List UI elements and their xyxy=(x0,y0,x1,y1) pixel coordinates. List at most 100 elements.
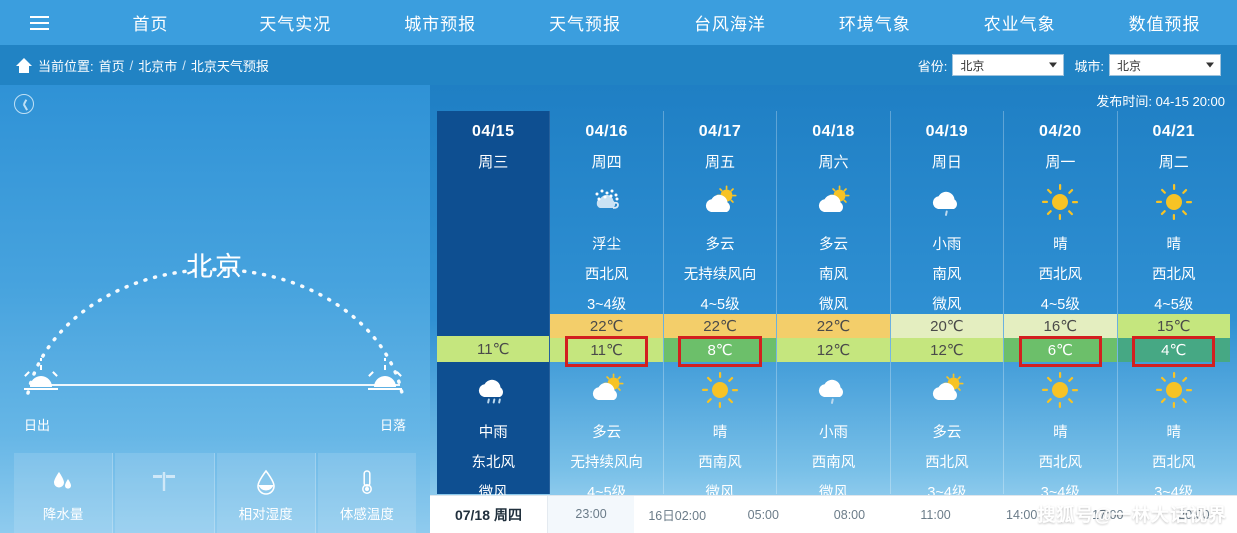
metric-tile-precipitation[interactable]: 降水量 xyxy=(14,453,114,533)
nav-item-typhoon-ocean[interactable]: 台风海洋 xyxy=(658,10,803,35)
province-label: 省份: xyxy=(917,58,948,74)
forecast-day-column[interactable]: 04/21 周二 晴 西北风 4~5级 15℃ 4℃ 晴 西北风 3~4级 xyxy=(1117,111,1230,501)
day-wind-direction: 南风 xyxy=(818,267,848,283)
nav-item-agriculture[interactable]: 农业气象 xyxy=(947,10,1092,35)
high-temperature-cell: 20℃ xyxy=(890,314,1004,338)
forecast-day-column[interactable]: 04/17 周五 多云 无持续风向 4~5级 22℃ 8℃ 晴 西南风 微风 xyxy=(663,111,778,501)
breadcrumb-item-city[interactable]: 北京市 xyxy=(138,56,177,75)
daytime-block: 多云 南风 微风 xyxy=(777,172,889,314)
raindrops-icon xyxy=(50,469,76,495)
day-date: 04/17 xyxy=(698,123,742,140)
night-condition-text: 晴 xyxy=(712,425,728,441)
breadcrumb-prefix: 当前位置: xyxy=(38,58,94,74)
nighttime-block: 晴 西北风 3~4级 xyxy=(1118,362,1230,501)
nav-item-live-weather[interactable]: 天气实况 xyxy=(223,10,368,35)
timeline-hour[interactable]: 23:00 xyxy=(548,496,635,533)
nighttime-block: 晴 西南风 微风 xyxy=(664,362,776,501)
timeline-hour[interactable]: 16日02:00 xyxy=(634,505,720,524)
forecast-day-column[interactable]: 04/15 周三 11℃ 中雨 东北风 微风 xyxy=(437,111,551,501)
weather-page: 首页 天气实况 城市预报 天气预报 台风海洋 环境气象 农业气象 数值预报 当前… xyxy=(0,0,1237,533)
low-temperature-cell: 6℃ xyxy=(1004,336,1117,367)
day-wind-direction: 无持续风向 xyxy=(683,267,757,283)
daytime-block: 浮尘 西北风 3~4级 xyxy=(550,172,662,314)
day-wind-direction: 西北风 xyxy=(584,267,629,283)
publish-time: 发布时间: 04-15 20:00 xyxy=(1096,94,1225,109)
high-temperature-cell: 22℃ xyxy=(663,314,777,338)
nighttime-block: 多云 无持续风向 4~5级 xyxy=(550,362,662,501)
high-temperature-cell: 15℃ xyxy=(1117,314,1230,338)
partly-cloudy-icon xyxy=(777,180,889,224)
high-temperature-cell: 16℃ xyxy=(1004,314,1117,338)
breadcrumb-item-home[interactable]: 首页 xyxy=(99,56,125,75)
low-temperature-value: 8℃ xyxy=(707,342,733,359)
metric-tile-humidity[interactable]: 相对湿度 xyxy=(216,453,316,533)
day-date: 04/20 xyxy=(1039,123,1082,140)
nav-item-city-forecast[interactable]: 城市预报 xyxy=(368,10,513,35)
metric-tiles: 降水量 相对湿度 体感温度 xyxy=(14,453,416,533)
city-select[interactable]: 北京 xyxy=(1109,54,1221,76)
province-filter: 省份: 北京 xyxy=(918,54,1065,76)
day-wind-direction: 南风 xyxy=(932,267,962,283)
low-temperature-value: 11℃ xyxy=(477,341,510,359)
night-wind-direction: 西南风 xyxy=(698,455,742,471)
timeline-hour[interactable]: 05:00 xyxy=(720,508,806,522)
day-header: 04/15 周三 xyxy=(437,111,549,172)
night-condition-text: 多云 xyxy=(932,425,962,441)
chevron-down-icon xyxy=(1049,62,1058,68)
province-select[interactable]: 北京 xyxy=(952,54,1065,76)
day-wind-direction: 西北风 xyxy=(1151,267,1196,283)
low-temperature-cell: 11℃ xyxy=(437,336,550,362)
day-wind-level: 微风 xyxy=(818,297,848,313)
nighttime-block: 中雨 东北风 微风 xyxy=(437,362,549,501)
low-temperature-value: 12℃ xyxy=(930,342,964,359)
night-condition-text: 晴 xyxy=(1166,425,1181,441)
day-header: 04/17 周五 xyxy=(664,111,776,172)
metric-tile-apparent-temp[interactable]: 体感温度 xyxy=(317,453,416,533)
forecast-panel: 发布时间: 04-15 20:00 04/15 周三 11℃ 中雨 东北风 微风… xyxy=(430,85,1237,533)
thermometer-icon xyxy=(358,469,376,495)
day-condition-text: 多云 xyxy=(818,237,848,253)
day-wind-level: 4~5级 xyxy=(1154,297,1194,313)
day-condition-text: 小雨 xyxy=(932,237,962,253)
timeline-hour[interactable]: 11:00 xyxy=(893,508,979,522)
day-wind-level: 4~5级 xyxy=(700,297,740,313)
nighttime-block: 多云 西北风 3~4级 xyxy=(891,362,1003,501)
low-temperature-cell: 12℃ xyxy=(777,338,890,362)
forecast-day-column[interactable]: 04/20 周一 晴 西北风 4~5级 16℃ 6℃ 晴 西北风 3~4级 xyxy=(1004,111,1118,501)
metric-label-apparent-temp: 体感温度 xyxy=(339,507,394,522)
hamburger-menu-button[interactable] xyxy=(0,15,78,30)
day-header: 04/16 周四 xyxy=(550,111,662,172)
nav-item-environment[interactable]: 环境气象 xyxy=(802,10,947,35)
forecast-day-column[interactable]: 04/19 周日 小雨 南风 微风 20℃ 12℃ 多云 西北风 3~4级 xyxy=(890,111,1005,501)
chevron-down-icon xyxy=(1206,62,1214,68)
metric-tile-wind[interactable] xyxy=(115,453,215,533)
partly-cloudy-icon xyxy=(550,368,662,412)
day-condition-text: 多云 xyxy=(705,237,735,253)
daytime-block: 晴 西北风 4~5级 xyxy=(1118,172,1230,314)
forecast-grid: 04/15 周三 11℃ 中雨 东北风 微风 04/16 周四 浮尘 西北风 3… xyxy=(437,111,1230,501)
sunrise-icon xyxy=(18,358,64,391)
home-icon xyxy=(16,57,32,73)
forecast-day-column[interactable]: 04/18 周六 多云 南风 微风 22℃ 12℃ 小雨 西南风 微风 xyxy=(777,111,891,501)
nav-item-weather-forecast[interactable]: 天气预报 xyxy=(513,10,658,35)
forecast-day-column[interactable]: 04/16 周四 浮尘 西北风 3~4级 22℃ 11℃ 多云 无持续风向 4~… xyxy=(550,111,664,501)
day-weekday: 周二 xyxy=(1158,154,1189,171)
day-condition-text: 晴 xyxy=(1053,237,1068,253)
timeline-date: 07/18 周四 xyxy=(430,496,548,533)
day-header: 04/21 周二 xyxy=(1118,111,1230,172)
city-label: 城市: xyxy=(1074,58,1104,74)
night-condition-text: 晴 xyxy=(1053,425,1068,441)
nav-item-home[interactable]: 首页 xyxy=(78,10,223,35)
day-wind-level: 4~5级 xyxy=(1040,297,1080,313)
high-temperature-value: 22℃ xyxy=(703,318,737,335)
timeline-hour[interactable]: 08:00 xyxy=(806,508,892,522)
daytime-block: 多云 无持续风向 4~5级 xyxy=(664,172,776,314)
nav-item-numerical-forecast[interactable]: 数值预报 xyxy=(1092,10,1237,35)
province-value: 北京 xyxy=(960,58,985,73)
high-temperature-value: 15℃ xyxy=(1156,318,1191,335)
night-wind-direction: 西北风 xyxy=(1151,455,1196,471)
moderate-rain-icon xyxy=(437,368,549,412)
timeline-weekday: 周四 xyxy=(494,506,523,523)
dust-icon xyxy=(550,180,662,224)
clock-icon[interactable] xyxy=(14,94,34,114)
